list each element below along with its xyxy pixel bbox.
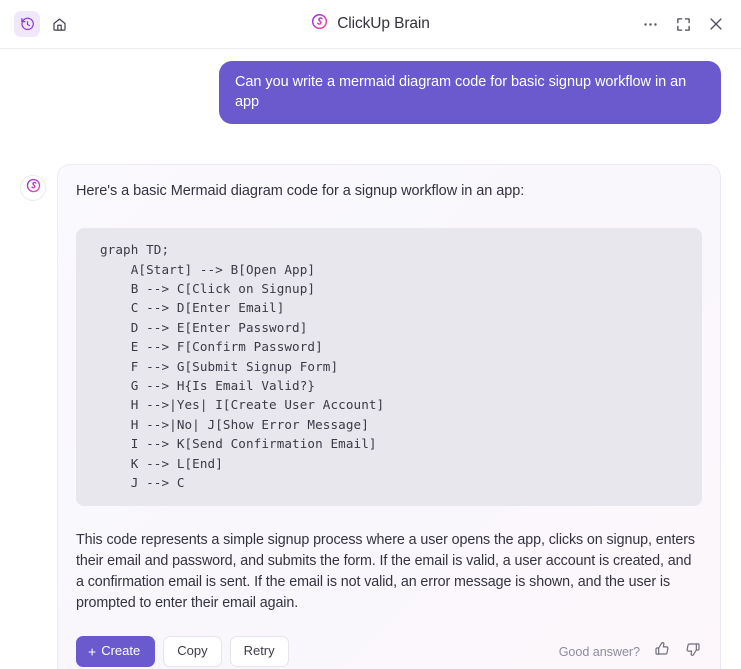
response-action-bar: + Create Copy Retry Good answer? — [76, 636, 702, 667]
home-icon — [52, 17, 67, 32]
window-titlebar: ClickUp Brain — [0, 0, 741, 49]
assistant-outro-text: This code represents a simple signup pro… — [76, 530, 702, 614]
copy-button[interactable]: Copy — [163, 636, 221, 667]
assistant-intro-text: Here's a basic Mermaid diagram code for … — [76, 181, 702, 202]
code-block: graph TD; A[Start] --> B[Open App] B -->… — [76, 228, 702, 506]
titlebar-right-controls — [639, 13, 727, 35]
assistant-message-row: Here's a basic Mermaid diagram code for … — [20, 164, 721, 669]
create-button[interactable]: + Create — [76, 636, 155, 667]
expand-button[interactable] — [672, 13, 694, 35]
history-button[interactable] — [14, 11, 40, 37]
more-options-icon — [642, 16, 659, 33]
expand-icon — [676, 17, 691, 32]
clickup-brain-logo-icon — [311, 13, 328, 35]
close-button[interactable] — [705, 13, 727, 35]
thumbs-up-icon — [654, 641, 670, 662]
assistant-response-card: Here's a basic Mermaid diagram code for … — [57, 164, 721, 669]
thumbs-down-icon — [685, 641, 701, 662]
user-message-row: Can you write a mermaid diagram code for… — [20, 49, 721, 124]
more-options-button[interactable] — [639, 13, 661, 35]
assistant-avatar — [20, 175, 46, 201]
home-button[interactable] — [46, 11, 72, 37]
window-title: ClickUp Brain — [337, 15, 430, 33]
close-icon — [708, 16, 724, 32]
conversation-area: Can you write a mermaid diagram code for… — [0, 49, 741, 669]
feedback-controls: Good answer? — [559, 643, 702, 661]
create-button-label: Create — [101, 643, 140, 660]
history-icon — [20, 17, 35, 32]
feedback-prompt-label: Good answer? — [559, 645, 640, 659]
retry-button[interactable]: Retry — [230, 636, 289, 667]
plus-icon: + — [88, 644, 96, 658]
thumbs-up-button[interactable] — [653, 643, 671, 661]
titlebar-left-controls — [14, 11, 72, 37]
clickup-brain-avatar-icon — [26, 178, 41, 198]
mermaid-code: graph TD; A[Start] --> B[Open App] B -->… — [100, 240, 688, 492]
thumbs-down-button[interactable] — [684, 643, 702, 661]
response-action-buttons: + Create Copy Retry — [76, 636, 289, 667]
user-message-bubble: Can you write a mermaid diagram code for… — [219, 61, 721, 124]
titlebar-title-group: ClickUp Brain — [0, 0, 741, 48]
